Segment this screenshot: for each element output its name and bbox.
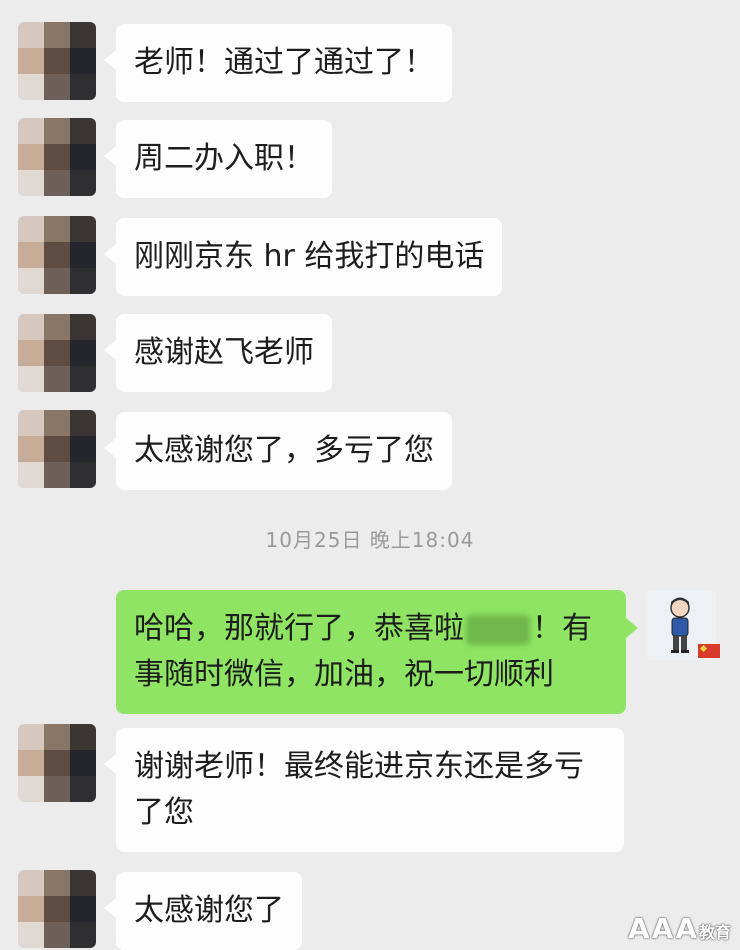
incoming-message-bubble[interactable]: 太感谢您了 [104,872,302,950]
outgoing-message-bubble[interactable]: 哈哈，那就行了，恭喜啦 ！有事随时微信，加油，祝一切顺利 [116,590,638,714]
watermark-main: AAA [628,912,700,945]
contact-avatar[interactable] [18,724,96,802]
message-text: 刚刚京东 hr 给我打的电话 [134,239,485,274]
contact-avatar[interactable] [18,410,96,488]
flag-icon [698,644,720,658]
message-text: 太感谢您了，多亏了您 [134,433,434,468]
watermark-logo: AAA教育 [628,912,731,945]
message-text: 太感谢您了 [134,893,284,928]
message-text-part1: 哈哈，那就行了，恭喜啦 [134,611,464,646]
redacted-name [466,614,530,645]
incoming-message-bubble[interactable]: 感谢赵飞老师 [104,314,332,392]
contact-avatar[interactable] [18,22,96,100]
incoming-message-bubble[interactable]: 太感谢您了，多亏了您 [104,412,452,490]
incoming-message-bubble[interactable]: 老师！通过了通过了！ [104,24,452,102]
message-text: 感谢赵飞老师 [134,335,314,370]
message-text: 周二办入职！ [134,141,314,176]
message-text: 谢谢老师！最终能进京东还是多亏了您 [134,749,584,830]
incoming-message-bubble[interactable]: 刚刚京东 hr 给我打的电话 [103,218,503,296]
watermark-small: 教育 [699,923,732,942]
contact-avatar[interactable] [18,118,96,196]
contact-avatar[interactable] [18,870,96,948]
incoming-message-bubble[interactable]: 周二办入职！ [104,120,332,198]
contact-avatar[interactable] [18,216,96,294]
message-text: 老师！通过了通过了！ [134,45,434,80]
contact-avatar[interactable] [18,314,96,392]
message-timestamp: 10月25日 晚上18:04 [265,528,475,552]
incoming-message-bubble[interactable]: 谢谢老师！最终能进京东还是多亏了您 [104,728,624,852]
